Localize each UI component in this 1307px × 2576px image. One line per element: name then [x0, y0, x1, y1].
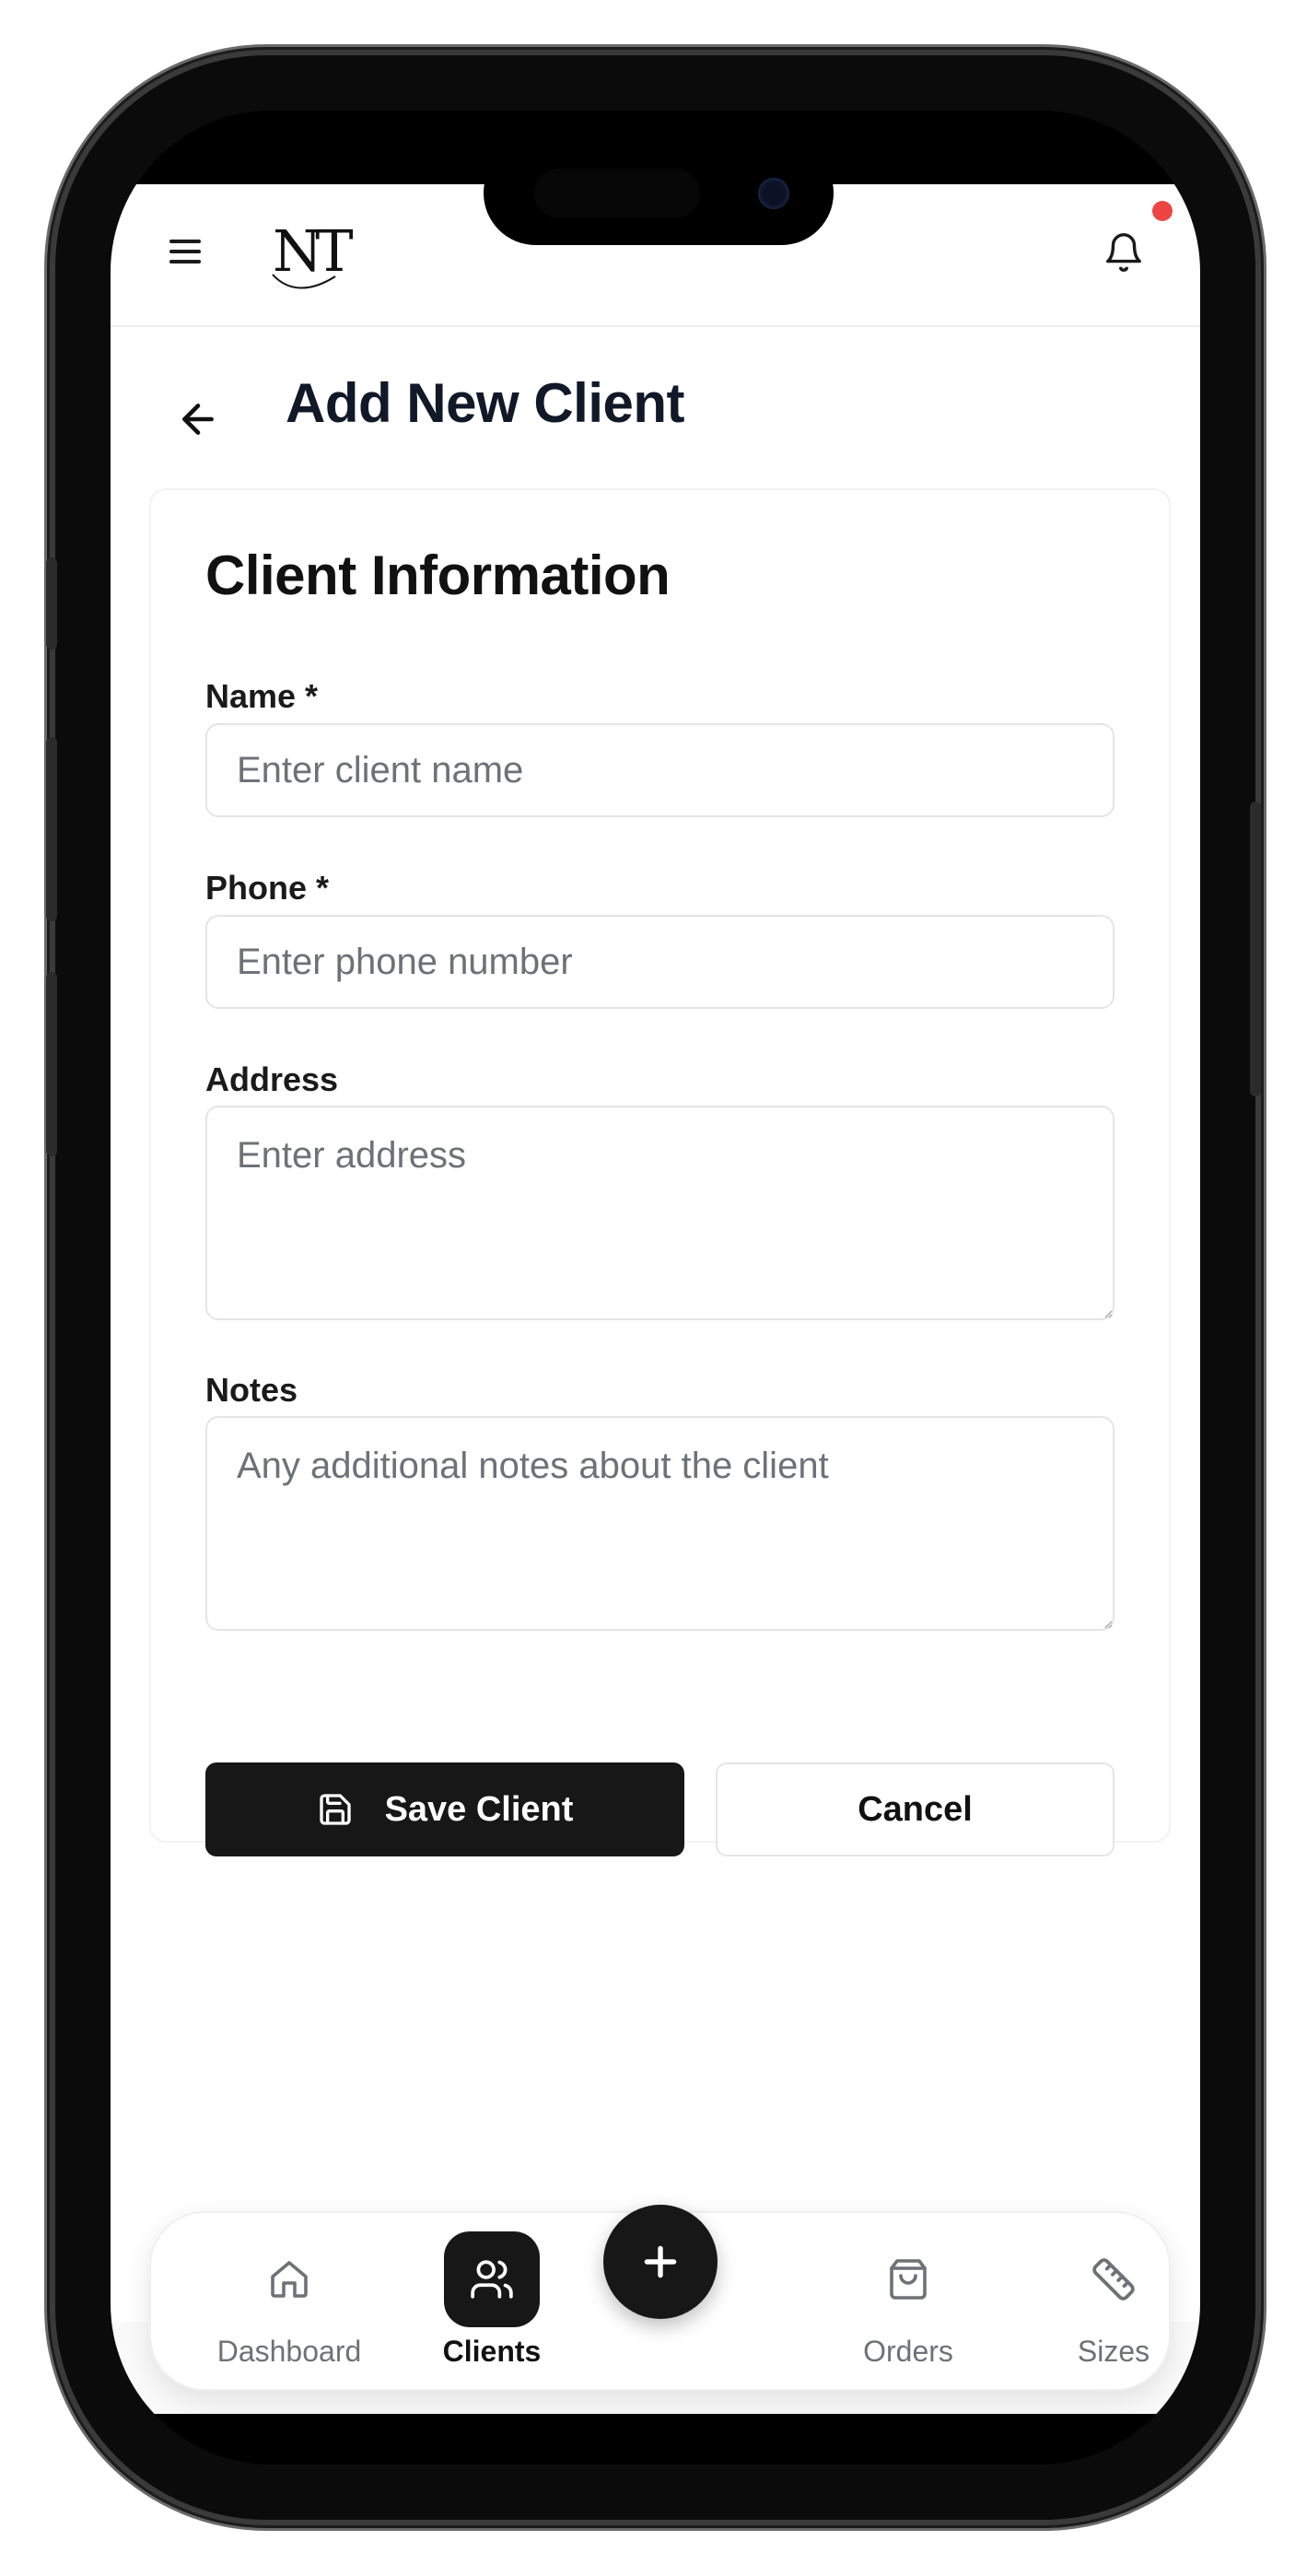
nav-item-dashboard[interactable]: Dashboard: [197, 2213, 381, 2393]
cancel-button[interactable]: Cancel: [716, 1762, 1114, 1856]
nav-label-dashboard: Dashboard: [216, 2335, 362, 2368]
plus-icon: [644, 2245, 677, 2278]
menu-icon[interactable]: [164, 230, 206, 273]
home-icon: [241, 2231, 337, 2327]
notification-bell-icon[interactable]: [1103, 228, 1145, 276]
save-icon: [319, 1794, 351, 1825]
resize-grip-icon[interactable]: [1103, 1620, 1113, 1629]
nav-label-sizes: Sizes: [1077, 2335, 1150, 2368]
resize-grip-icon[interactable]: [1103, 1309, 1113, 1318]
nav-item-clients[interactable]: Clients: [400, 2213, 584, 2393]
users-icon: [444, 2231, 540, 2327]
dynamic-island: [484, 141, 834, 245]
name-input[interactable]: [205, 723, 1114, 817]
nav-label-orders: Orders: [863, 2335, 953, 2368]
notes-textarea[interactable]: [205, 1416, 1114, 1631]
address-textarea[interactable]: [205, 1106, 1114, 1320]
page-title: Add New Client: [286, 372, 685, 434]
nav-item-orders[interactable]: Orders: [816, 2213, 1000, 2393]
camera-lens: [758, 178, 789, 209]
volume-up-button: [46, 737, 57, 921]
brand-logo[interactable]: NT: [267, 212, 354, 295]
nav-label-clients: Clients: [442, 2335, 542, 2368]
phone-label: Phone *: [205, 869, 330, 907]
action-button: [46, 557, 57, 650]
nav-item-sizes[interactable]: Sizes: [1021, 2213, 1200, 2393]
phone-screen: NT Add New Client Client Information Nam…: [111, 111, 1200, 2465]
add-fab-button[interactable]: [603, 2205, 718, 2319]
volume-down-button: [46, 972, 57, 1156]
ruler-icon: [1066, 2231, 1161, 2327]
power-button: [1250, 802, 1261, 1096]
notes-label: Notes: [205, 1371, 298, 1409]
shopping-bag-icon: [860, 2231, 956, 2327]
section-title: Client Information: [205, 544, 671, 606]
app-viewport: NT Add New Client Client Information Nam…: [111, 184, 1200, 2414]
save-client-button[interactable]: Save Client: [205, 1762, 684, 1856]
logo-swash-icon: [272, 274, 336, 289]
save-button-label: Save Client: [384, 1789, 574, 1829]
phone-input[interactable]: [205, 915, 1114, 1009]
notification-badge: [1152, 201, 1173, 221]
name-label: Name *: [205, 677, 319, 715]
back-arrow-icon[interactable]: [175, 396, 221, 442]
address-label: Address: [205, 1060, 339, 1098]
